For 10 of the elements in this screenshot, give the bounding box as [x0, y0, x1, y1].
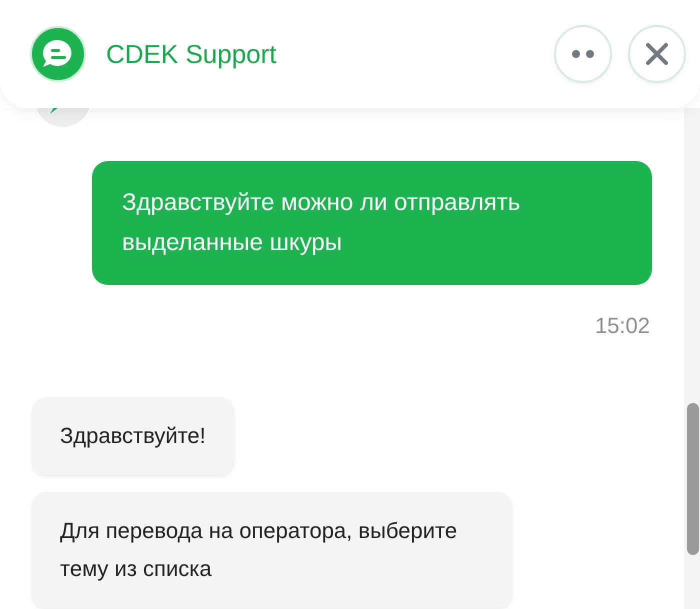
scrollbar-thumb[interactable]: [687, 403, 699, 555]
bot-message: Для перевода на оператора, выберите тему из списка: [32, 492, 512, 608]
chat-logo-icon: [30, 26, 86, 82]
chat-title: CDEK Support: [106, 38, 278, 70]
more-icon: [572, 50, 594, 58]
message-time: 15:02: [594, 313, 650, 339]
support-avatar-icon: [34, 108, 92, 128]
bot-message: Здравствуйте!: [32, 397, 234, 475]
user-message: Здравствуйте можно ли отправлять выделанные шкуры: [92, 161, 652, 285]
close-icon: [645, 42, 669, 66]
